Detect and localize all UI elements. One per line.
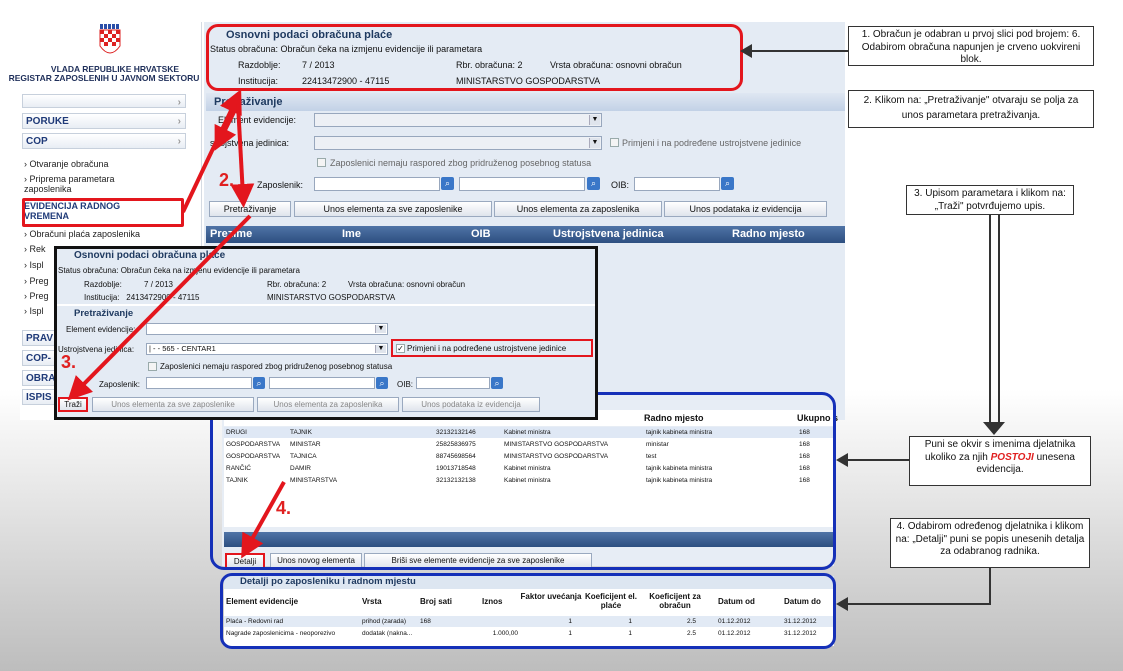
callout-4: Puni se okvir s imenima djelatnika ukoli… bbox=[909, 436, 1091, 486]
connector-5b bbox=[848, 603, 991, 605]
arrow-to-pretraz-btn bbox=[230, 103, 255, 208]
step-4-label: 4. bbox=[276, 498, 292, 518]
connector-5a bbox=[989, 568, 991, 605]
step-3-label: 3. bbox=[61, 352, 77, 372]
arrowhead-5 bbox=[836, 597, 848, 611]
connector-4 bbox=[848, 459, 909, 461]
step-2-label: 2. bbox=[219, 170, 235, 190]
arrowhead-1 bbox=[740, 44, 752, 58]
callout-2: 2. Klikom na: „Pretraživanje" otvaraju s… bbox=[848, 90, 1094, 128]
connector-3b bbox=[998, 215, 1000, 424]
connector-3a bbox=[989, 215, 991, 424]
connector-1 bbox=[751, 50, 848, 52]
callout-5: 4. Odabirom određenog djelatnika i kliko… bbox=[890, 518, 1090, 568]
callout-1: 1. Obračun je odabran u prvoj slici pod … bbox=[848, 26, 1094, 66]
callout-3: 3. Upisom parametara i klikom na: „Traži… bbox=[906, 185, 1074, 215]
arrow-to-ustroj bbox=[214, 103, 240, 151]
arrowhead-3 bbox=[983, 422, 1005, 435]
arrow-to-pretraz bbox=[181, 89, 242, 213]
arrow-to-trazi bbox=[67, 214, 252, 401]
arrowhead-4 bbox=[836, 453, 848, 467]
